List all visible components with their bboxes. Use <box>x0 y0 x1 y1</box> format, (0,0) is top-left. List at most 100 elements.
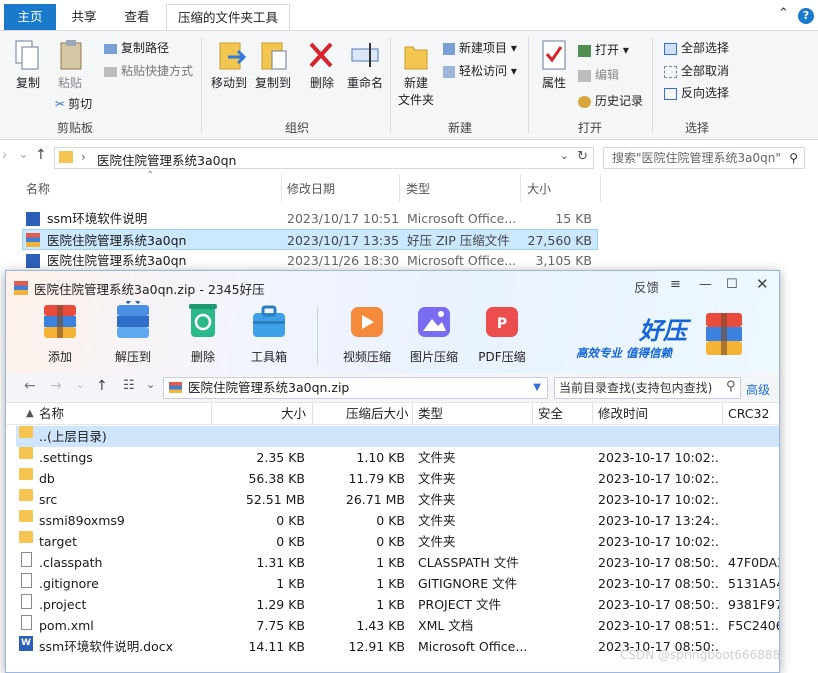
haozip-nav-bar: ← → ⌄ ↑ ☷ ⌄ 医院住院管理系统3a0qn.zip ▼ 当前目录查找(支… <box>6 373 779 403</box>
column-header-modified[interactable]: 修改日期 <box>287 178 335 200</box>
menu-icon[interactable]: ≡ <box>670 277 681 292</box>
archive-row[interactable]: target 0 KB 0 KB 文件夹 2023-10-17 10:02:... <box>16 531 779 552</box>
archive-row[interactable]: ssmi89oxms9 0 KB 0 KB 文件夹 2023-10-17 13:24:.… <box>16 510 779 531</box>
help-icon[interactable]: ? <box>798 8 814 24</box>
archive-item-type: 文件夹 <box>418 513 456 528</box>
copy-button[interactable]: 复制 <box>12 75 44 92</box>
video-compress-button[interactable]: 视频压缩 <box>334 301 400 365</box>
archive-item-name: ..(上层目录) <box>39 429 107 444</box>
feedback-link[interactable]: 反馈 <box>634 277 659 296</box>
archive-item-name: pom.xml <box>39 618 94 633</box>
archive-row[interactable]: ..(上层目录) <box>16 426 779 447</box>
tab-view[interactable]: 查看 <box>113 4 161 30</box>
forward-arrow-icon[interactable]: → <box>50 378 62 394</box>
archive-path-input[interactable]: 医院住院管理系统3a0qn.zip ▼ <box>163 377 548 399</box>
edit-button[interactable]: 编辑 <box>578 66 619 83</box>
chevron-down-icon[interactable]: ⌄ <box>146 378 155 391</box>
file-row-selected[interactable]: 医院住院管理系统3a0qn 2023/10/17 13:35 好压 ZIP 压缩… <box>22 229 598 250</box>
view-mode-icon[interactable]: ☷ <box>123 378 135 393</box>
chevron-right-icon[interactable]: › <box>2 148 7 163</box>
advanced-search-link[interactable]: 高级 <box>746 381 770 398</box>
up-arrow-icon[interactable]: ↑ <box>96 378 108 394</box>
copy-to-button[interactable]: 复制到 <box>250 75 296 92</box>
archive-search-input[interactable]: 当前目录查找(支持包内查找) <box>554 377 741 399</box>
file-modified: 2023/10/17 10:51 <box>287 211 400 226</box>
toolbox-button[interactable]: 工具箱 <box>236 301 302 365</box>
file-row[interactable]: ssm环境软件说明 2023/10/17 10:51 Microsoft Off… <box>22 208 598 229</box>
paste-button[interactable]: 粘贴 <box>54 75 86 92</box>
watermark: CSDN @springboot666888 <box>620 648 781 662</box>
search-input[interactable]: 搜索"医院住院管理系统3a0qn" ⚲ <box>603 147 805 169</box>
archive-row[interactable]: db 56.38 KB 11.79 KB 文件夹 2023-10-17 10:02:..… <box>16 468 779 489</box>
tab-zip-tools[interactable]: 压缩的文件夹工具 <box>166 4 290 30</box>
extract-button[interactable]: 解压到 <box>100 294 166 365</box>
archive-item-name: src <box>39 492 58 507</box>
archive-item-crc32: 9381F97 <box>728 597 780 612</box>
refresh-icon[interactable]: ↻ <box>577 149 588 164</box>
column-header-size[interactable]: 大小 <box>527 178 551 200</box>
file-icon <box>21 573 32 588</box>
folder-icon <box>19 510 33 522</box>
chevron-up-icon[interactable]: ⌃ <box>778 6 789 21</box>
column-header-modified[interactable]: 修改时间 <box>598 403 648 425</box>
column-header-name[interactable]: 名称 <box>26 178 50 200</box>
invert-selection-button[interactable]: 反向选择 <box>664 84 729 101</box>
chevron-down-icon[interactable]: ⌄ <box>18 147 29 162</box>
maximize-icon[interactable]: ☐ <box>726 277 738 292</box>
image-compress-button[interactable]: 图片压缩 <box>401 301 467 365</box>
new-folder-button[interactable]: 新建 文件夹 <box>392 75 440 109</box>
select-none-button[interactable]: 全部取消 <box>664 62 729 79</box>
archive-item-packed-size: 26.71 MB <box>345 492 405 507</box>
tab-home[interactable]: 主页 <box>4 4 56 30</box>
column-header-crc32[interactable]: CRC32 <box>728 403 769 425</box>
back-arrow-icon[interactable]: ← <box>24 378 36 394</box>
column-header-type[interactable]: 类型 <box>406 178 430 200</box>
file-icon <box>21 594 32 609</box>
column-header-type[interactable]: 类型 <box>418 403 443 425</box>
chevron-down-icon[interactable]: ⌄ <box>560 149 569 162</box>
folder-icon <box>19 468 33 480</box>
archive-row[interactable]: .settings 2.35 KB 1.10 KB 文件夹 2023-10-17 10:… <box>16 447 779 468</box>
archive-item-type: XML 文档 <box>418 618 474 633</box>
folder-icon <box>19 447 33 459</box>
up-arrow-icon[interactable]: ↑ <box>35 147 47 163</box>
properties-button[interactable]: 属性 <box>534 75 574 92</box>
minimize-icon[interactable]: — <box>699 277 712 292</box>
rename-button[interactable]: 重命名 <box>342 75 388 92</box>
column-header-security[interactable]: 安全 <box>538 403 563 425</box>
dropdown-triangle-icon[interactable]: ▼ <box>533 378 541 398</box>
archive-item-packed-size: 1 KB <box>376 597 405 612</box>
open-button[interactable]: 打开 ▾ <box>578 41 629 58</box>
archive-row[interactable]: .classpath 1.31 KB 1 KB CLASSPATH 文件 2023-10… <box>16 552 779 573</box>
add-button[interactable]: 添加 <box>27 301 93 365</box>
column-header-size[interactable]: 大小 <box>281 403 306 425</box>
select-all-button[interactable]: 全部选择 <box>664 39 729 56</box>
new-item-button[interactable]: 新建项目 ▾ <box>443 39 517 56</box>
cut-button[interactable]: ✂ 剪切 <box>55 95 92 112</box>
copy-path-button[interactable]: 复制路径 <box>104 39 169 56</box>
archive-item-name: .project <box>39 597 87 612</box>
file-icon <box>21 615 32 630</box>
delete-archive-button[interactable]: 删除 <box>170 301 236 365</box>
archive-row[interactable]: .project 1.29 KB 1 KB PROJECT 文件 2023-10-17 … <box>16 594 780 615</box>
move-to-button[interactable]: 移动到 <box>206 75 252 92</box>
archive-item-size: 7.75 KB <box>256 618 305 633</box>
address-input[interactable]: › 医院住院管理系统3a0qn ⌄ ↻ <box>54 147 594 169</box>
file-modified: 2023/10/17 13:35 <box>287 233 400 248</box>
chevron-down-icon[interactable]: ⌄ <box>76 378 85 391</box>
paste-shortcut-button[interactable]: 粘贴快捷方式 <box>104 62 193 79</box>
column-header-packed[interactable]: 压缩后大小 <box>346 403 409 425</box>
delete-button[interactable]: 删除 <box>302 75 342 92</box>
archive-row[interactable]: .gitignore 1 KB 1 KB GITIGNORE 文件 2023-10-17… <box>16 573 779 594</box>
archive-row[interactable]: pom.xml 7.75 KB 1.43 KB XML 文档 2023-10-17 08… <box>16 615 779 636</box>
file-row[interactable]: 医院住院管理系统3a0qn 2023/11/26 18:30 Microsoft… <box>22 250 598 271</box>
search-icon[interactable]: ⚲ <box>726 379 736 394</box>
history-button[interactable]: 历史记录 <box>578 92 643 109</box>
pdf-compress-button[interactable]: P PDF压缩 <box>469 301 535 365</box>
column-header-name[interactable]: 名称 <box>39 403 64 425</box>
archive-row[interactable]: src 52.51 MB 26.71 MB 文件夹 2023-10-17 10:02:.… <box>16 489 779 510</box>
tab-share[interactable]: 共享 <box>60 4 108 30</box>
easy-access-button[interactable]: 轻松访问 ▾ <box>443 62 517 79</box>
close-icon[interactable]: ✕ <box>756 275 769 293</box>
search-icon: ⚲ <box>789 151 798 165</box>
